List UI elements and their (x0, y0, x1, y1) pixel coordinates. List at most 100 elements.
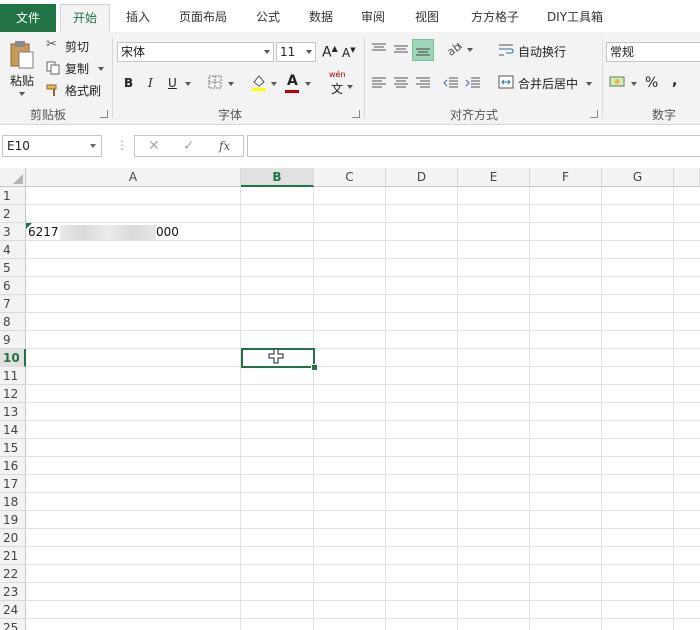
underline-dropdown-icon[interactable] (185, 82, 191, 86)
merge-center-button[interactable]: 合并后居中 (498, 74, 598, 92)
fill-handle[interactable] (311, 364, 318, 371)
format-painter-button[interactable]: 格式刷 (44, 81, 104, 99)
row-header-2[interactable]: 2 (0, 205, 26, 223)
row-header-1[interactable]: 1 (0, 187, 26, 205)
tab-home[interactable]: 开始 (60, 4, 110, 32)
formula-input[interactable] (247, 135, 700, 157)
row-header-13[interactable]: 13 (0, 403, 26, 421)
wrap-text-icon (499, 44, 514, 56)
align-middle-icon[interactable] (393, 42, 409, 56)
tab-view[interactable]: 视图 (404, 6, 450, 28)
tab-file[interactable]: 文件 (0, 4, 56, 32)
fill-color-dropdown-icon[interactable] (271, 82, 277, 86)
column-header-b[interactable]: B (241, 168, 314, 187)
row-header-20[interactable]: 20 (0, 529, 26, 547)
tab-page-layout[interactable]: 页面布局 (168, 6, 238, 28)
align-center-icon[interactable] (393, 76, 409, 90)
row-header-9[interactable]: 9 (0, 331, 26, 349)
font-size-select[interactable]: 11 (276, 42, 316, 62)
row-header-10[interactable]: 10 (0, 349, 26, 367)
accounting-format-icon[interactable] (609, 74, 627, 90)
tab-data[interactable]: 数据 (298, 6, 344, 28)
row-header-23[interactable]: 23 (0, 583, 26, 601)
tab-review[interactable]: 审阅 (350, 6, 396, 28)
grow-font-button[interactable]: A▲ (322, 44, 338, 61)
row-header-14[interactable]: 14 (0, 421, 26, 439)
clipboard-group-label: 剪贴板 (30, 108, 67, 122)
column-header-overflow[interactable] (674, 168, 700, 187)
align-right-icon[interactable] (415, 76, 431, 90)
row-header-19[interactable]: 19 (0, 511, 26, 529)
border-icon[interactable] (208, 75, 222, 89)
grid-row-line (26, 258, 700, 259)
cell-a3[interactable]: 6217 000 (26, 223, 241, 241)
italic-button[interactable]: I (148, 76, 153, 90)
copy-button[interactable]: 复制 (44, 59, 108, 77)
font-launcher-icon[interactable] (352, 110, 360, 118)
row-header-25[interactable]: 25 (0, 619, 26, 630)
border-dropdown-icon[interactable] (228, 82, 234, 86)
cut-button[interactable]: ✂ 剪切 (44, 37, 100, 55)
formula-bar-grip-icon[interactable]: ⋮ (116, 138, 128, 152)
enter-icon[interactable]: ✓ (183, 138, 195, 154)
phonetic-button[interactable]: wén 文 (327, 70, 359, 96)
row-header-16[interactable]: 16 (0, 457, 26, 475)
row-header-7[interactable]: 7 (0, 295, 26, 313)
paste-button[interactable]: 粘贴 (6, 36, 38, 100)
orientation-dropdown-icon[interactable] (467, 48, 473, 52)
align-top-icon[interactable] (371, 42, 387, 56)
insert-function-icon[interactable]: fx (219, 139, 230, 153)
number-format-select[interactable]: 常规 (606, 42, 700, 62)
increase-indent-icon[interactable] (465, 76, 481, 90)
tab-diy-toolbox[interactable]: DIY工具箱 (540, 6, 610, 28)
select-all-button[interactable] (0, 168, 26, 187)
name-box[interactable]: E10 (2, 135, 102, 157)
bold-button[interactable]: B (124, 76, 133, 90)
font-color-button[interactable]: A (287, 73, 298, 89)
grid-row-line (26, 528, 700, 529)
worksheet-grid[interactable]: ABCDEFG 1 2 3 4 5 6 7 8 9 10 11 12 13 14 15 16 17 18 19 20 2… (0, 168, 700, 630)
column-header-f[interactable]: F (530, 168, 602, 187)
align-bottom-button[interactable] (412, 39, 434, 61)
alignment-launcher-icon[interactable] (590, 110, 598, 118)
decrease-indent-icon[interactable] (443, 76, 459, 90)
grid-row-line (26, 348, 700, 349)
row-header-5[interactable]: 5 (0, 259, 26, 277)
tab-insert[interactable]: 插入 (114, 6, 162, 28)
row-header-3[interactable]: 3 (0, 223, 26, 241)
clipboard-launcher-icon[interactable] (100, 110, 108, 118)
align-left-icon[interactable] (371, 76, 387, 90)
column-header-c[interactable]: C (314, 168, 386, 187)
column-header-g[interactable]: G (602, 168, 674, 187)
percent-button[interactable]: % (645, 75, 658, 91)
column-header-d[interactable]: D (386, 168, 458, 187)
row-header-11[interactable]: 11 (0, 367, 26, 385)
chevron-down-icon (90, 144, 96, 148)
row-header-6[interactable]: 6 (0, 277, 26, 295)
row-header-4[interactable]: 4 (0, 241, 26, 259)
column-header-e[interactable]: E (458, 168, 530, 187)
tab-formulas[interactable]: 公式 (246, 6, 290, 28)
row-header-21[interactable]: 21 (0, 547, 26, 565)
name-box-value: E10 (7, 139, 30, 153)
wrap-text-button[interactable]: 自动换行 (498, 42, 578, 60)
row-header-18[interactable]: 18 (0, 493, 26, 511)
fill-color-icon[interactable] (250, 73, 268, 91)
row-header-17[interactable]: 17 (0, 475, 26, 493)
row-header-15[interactable]: 15 (0, 439, 26, 457)
cancel-icon[interactable]: ✕ (148, 138, 160, 154)
orientation-icon[interactable]: ab (446, 40, 464, 56)
shrink-font-button[interactable]: A▼ (342, 46, 356, 60)
font-family-select[interactable]: 宋体 (117, 42, 274, 62)
row-header-8[interactable]: 8 (0, 313, 26, 331)
font-color-dropdown-icon[interactable] (305, 82, 311, 86)
column-header-a[interactable]: A (26, 168, 241, 187)
accounting-dropdown-icon[interactable] (631, 82, 637, 86)
merge-center-label: 合并后居中 (518, 77, 579, 91)
row-header-12[interactable]: 12 (0, 385, 26, 403)
underline-button[interactable]: U (168, 76, 177, 90)
row-header-22[interactable]: 22 (0, 565, 26, 583)
tab-fangfang[interactable]: 方方格子 (458, 6, 532, 28)
row-header-24[interactable]: 24 (0, 601, 26, 619)
comma-button[interactable]: , (672, 73, 677, 89)
